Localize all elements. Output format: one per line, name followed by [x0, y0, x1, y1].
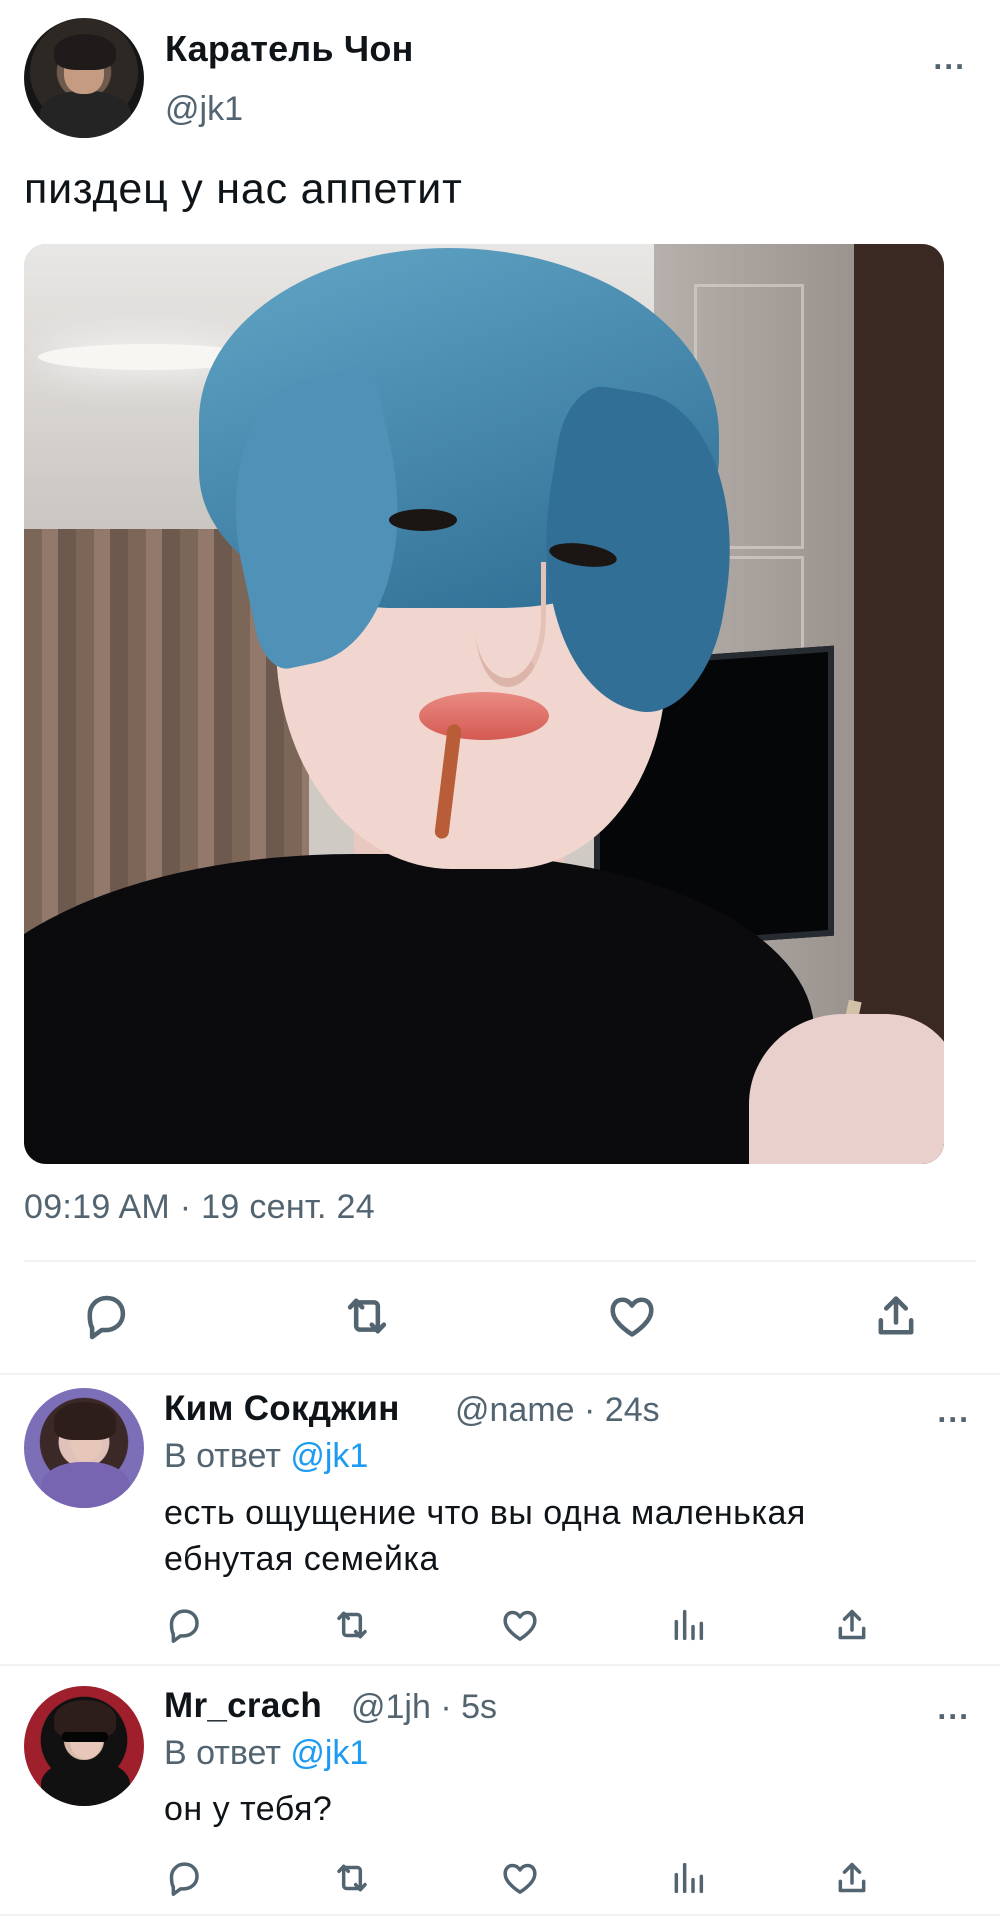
avatar-hair	[54, 33, 117, 70]
bottom-divider	[0, 1914, 1000, 1916]
reply-icon[interactable]	[164, 1605, 204, 1645]
reply-to-line: В ответ @jk1	[164, 1734, 368, 1773]
reply-meta: @name · 24s	[455, 1391, 660, 1429]
like-icon[interactable]	[606, 1290, 658, 1342]
reply-to-line: В ответ @jk1	[164, 1437, 368, 1476]
reply-text: он у тебя?	[164, 1790, 333, 1828]
reply-divider	[0, 1373, 1000, 1375]
author-avatar[interactable]	[24, 18, 144, 138]
reply-icon[interactable]	[164, 1858, 204, 1898]
avatar-shirt	[39, 91, 131, 138]
reply-author-name[interactable]: Mr_crach	[164, 1686, 322, 1726]
analytics-icon[interactable]	[668, 1605, 708, 1645]
retweet-icon[interactable]	[332, 1605, 372, 1645]
main-tweet-header: Каратель Чон @jk1 ...	[24, 18, 976, 143]
reply-mention-link[interactable]: @jk1	[290, 1734, 368, 1772]
reply-mention-link[interactable]: @jk1	[290, 1437, 368, 1475]
reply-author-name[interactable]: Ким Сокджин	[164, 1389, 400, 1429]
sunglasses-icon	[62, 1731, 108, 1743]
tweet-text: пиздец у нас аппетит	[24, 165, 463, 213]
reply-icon[interactable]	[80, 1290, 132, 1342]
share-icon[interactable]	[870, 1290, 922, 1342]
photo-mouth	[419, 692, 549, 740]
reply-text-line: ебнутая семейка	[164, 1540, 439, 1578]
like-icon[interactable]	[500, 1605, 540, 1645]
reply-to-prefix: В ответ	[164, 1734, 291, 1772]
retweet-icon[interactable]	[332, 1858, 372, 1898]
tweet-more-button[interactable]: ...	[933, 42, 966, 74]
tweet-photo[interactable]	[24, 244, 944, 1164]
like-icon[interactable]	[500, 1858, 540, 1898]
photo-black-shirt	[24, 854, 814, 1164]
reply-to-prefix: В ответ	[164, 1437, 291, 1475]
tweet-divider	[24, 1260, 976, 1262]
analytics-icon[interactable]	[668, 1858, 708, 1898]
reply-more-button[interactable]: ...	[937, 1395, 970, 1427]
retweet-icon[interactable]	[341, 1290, 393, 1342]
reply-text: есть ощущение что вы одна маленькая ебну…	[164, 1490, 806, 1582]
author-handle[interactable]: @jk1	[165, 90, 243, 129]
reply-avatar-kim[interactable]	[24, 1388, 144, 1508]
tweet-timestamp[interactable]: 09:19 AM · 19 сент. 24	[24, 1188, 375, 1227]
reply-meta: @1jh · 5s	[351, 1688, 498, 1726]
reply-avatar-mr-crach[interactable]	[24, 1686, 144, 1806]
share-icon[interactable]	[832, 1858, 872, 1898]
reply-text-line: есть ощущение что вы одна маленькая	[164, 1494, 806, 1532]
reply-avatar-jacket	[40, 1760, 130, 1806]
reply-avatar-hair	[54, 1402, 117, 1440]
share-icon[interactable]	[832, 1605, 872, 1645]
author-display-name[interactable]: Каратель Чон	[165, 28, 414, 70]
reply-avatar-shirt	[40, 1462, 130, 1508]
reply-divider	[0, 1664, 1000, 1666]
reply-more-button[interactable]: ...	[937, 1692, 970, 1724]
photo-left-eye	[389, 509, 457, 531]
